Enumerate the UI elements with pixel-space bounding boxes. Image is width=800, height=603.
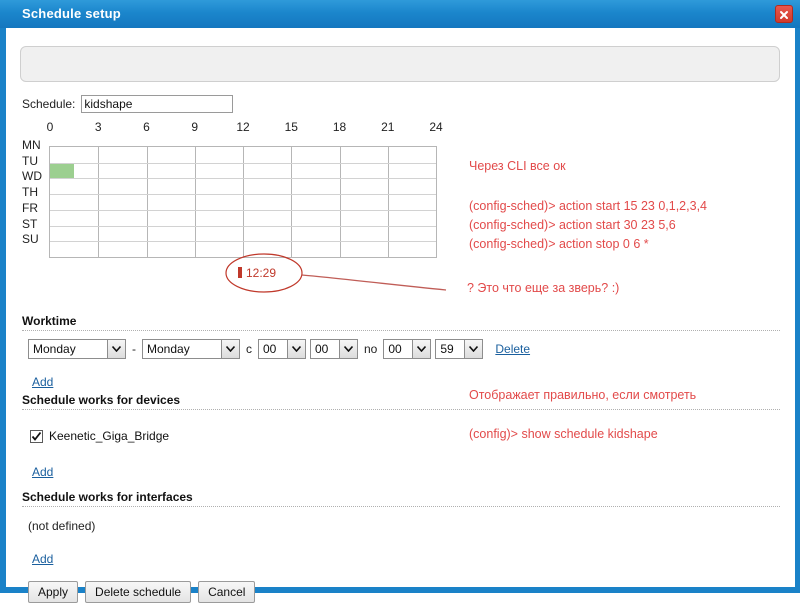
note-cli-cmd-2: (config-sched)> action start 30 23 5,6 <box>469 218 676 232</box>
day-row-label: FR <box>22 200 38 215</box>
day-to-select[interactable]: Monday <box>142 339 240 359</box>
hour-to-value: 00 <box>388 342 402 356</box>
schedule-name-row: Schedule: <box>22 95 234 113</box>
interfaces-add-link[interactable]: Add <box>32 552 53 566</box>
day-row-label: MN <box>22 138 41 152</box>
day-range-dash: - <box>132 342 136 356</box>
grid-hline <box>50 162 436 164</box>
hour-tick-label: 3 <box>94 120 102 134</box>
grid-hline <box>50 225 436 227</box>
worktime-add-link[interactable]: Add <box>32 375 53 389</box>
note-cli-cmd-3: (config-sched)> action stop 0 6 * <box>469 237 649 251</box>
close-icon[interactable] <box>775 5 793 23</box>
minute-from-value: 00 <box>315 342 329 356</box>
hour-tick-label: 18 <box>332 120 347 134</box>
device-list-item[interactable]: Keenetic_Giga_Bridge <box>30 429 169 443</box>
worktime-row: Monday - Monday c 00 00 no 00 59 Delete <box>28 339 530 359</box>
hour-tick-label: 24 <box>429 120 443 134</box>
schedule-setup-window: Schedule setup Schedule: 0 3 6 9 12 15 18 21 24 … <box>0 0 800 603</box>
day-to-value: Monday <box>147 342 190 356</box>
day-row-label: TH <box>22 185 38 200</box>
note-show-schedule-cmd: (config)> show schedule kidshape <box>469 427 658 441</box>
note-question: ? Это что еще за зверь? :) <box>467 281 620 295</box>
device-checkbox[interactable] <box>30 429 43 443</box>
day-labels: MN TU WD TH FR ST SU <box>22 138 46 248</box>
schedule-name-label: Schedule: <box>22 97 76 111</box>
grid-hline <box>50 241 436 243</box>
apply-button[interactable]: Apply <box>28 581 79 603</box>
window-title: Schedule setup <box>22 6 121 21</box>
device-label: Keenetic_Giga_Bridge <box>49 429 170 443</box>
hour-tick-label: 21 <box>381 120 395 134</box>
note-cli-cmd-1: (config-sched)> action start 15 23 0,1,2… <box>469 199 707 213</box>
pointer-line-annotation <box>301 274 447 291</box>
chevron-down-icon <box>464 340 483 358</box>
chevron-down-icon <box>221 340 239 358</box>
devices-title: Schedule works for devices <box>22 393 780 410</box>
dialog-button-bar: Apply Delete schedule Cancel <box>28 581 256 603</box>
dialog-body: Schedule: 03691215182124 MNTUWDTHFRSTSU … <box>6 28 795 603</box>
note-cli-ok: Через CLI все ок <box>469 159 566 173</box>
worktime-section-header: Worktime <box>22 314 780 331</box>
hour-to-select[interactable]: 00 <box>383 339 432 359</box>
chevron-down-icon <box>107 340 125 358</box>
to-time-word: no <box>364 342 378 356</box>
hour-tick-label: 12 <box>236 120 250 134</box>
interfaces-title: Schedule works for interfaces <box>22 490 780 507</box>
day-from-value: Monday <box>33 342 76 356</box>
hour-tick-label: 0 <box>46 120 54 134</box>
devices-add-link[interactable]: Add <box>32 465 53 479</box>
day-row-label: SU <box>22 232 39 247</box>
busy-interval-cell[interactable] <box>50 163 75 179</box>
grid-cells[interactable] <box>49 146 437 258</box>
time-marker-label: 12:29 <box>246 266 277 280</box>
grid-hline <box>50 209 436 211</box>
hour-axis: 0 3 6 9 12 15 18 21 24 <box>22 120 443 138</box>
time-marker-bar <box>238 267 242 278</box>
minute-to-select[interactable]: 59 <box>435 339 484 359</box>
cancel-button[interactable]: Cancel <box>198 581 256 603</box>
schedule-name-input[interactable] <box>81 95 234 113</box>
worktime-delete-link[interactable]: Delete <box>495 342 530 356</box>
chevron-down-icon <box>287 340 305 358</box>
hour-from-value: 00 <box>263 342 277 356</box>
minute-from-select[interactable]: 00 <box>310 339 358 359</box>
day-from-select[interactable]: Monday <box>28 339 126 359</box>
current-time-marker: 12:29 <box>238 266 276 280</box>
delete-schedule-button[interactable]: Delete schedule <box>85 581 192 603</box>
interfaces-section-header: Schedule works for interfaces <box>22 490 780 507</box>
hour-tick-label: 15 <box>284 120 298 134</box>
chevron-down-icon <box>412 340 431 358</box>
weekly-schedule-grid: 0 3 6 9 12 15 18 21 24 MN TU WD TH FR ST SU <box>22 120 443 258</box>
grid-hline <box>50 178 436 180</box>
hour-tick-label: 9 <box>191 120 199 134</box>
day-row-label: WD <box>22 169 42 184</box>
hour-tick-label: 6 <box>143 120 150 134</box>
from-time-word: c <box>246 342 252 356</box>
chevron-down-icon <box>339 340 357 358</box>
worktime-title: Worktime <box>22 314 780 331</box>
interfaces-empty-label: (not defined) <box>28 519 96 533</box>
message-panel <box>20 46 780 82</box>
hour-from-select[interactable]: 00 <box>258 339 306 359</box>
minute-to-value: 59 <box>440 342 454 356</box>
devices-section-header: Schedule works for devices <box>22 393 780 410</box>
window-titlebar: Schedule setup <box>0 0 800 28</box>
grid-hline <box>50 194 436 196</box>
day-row-label: ST <box>22 216 38 231</box>
day-row-label: TU <box>22 153 38 168</box>
